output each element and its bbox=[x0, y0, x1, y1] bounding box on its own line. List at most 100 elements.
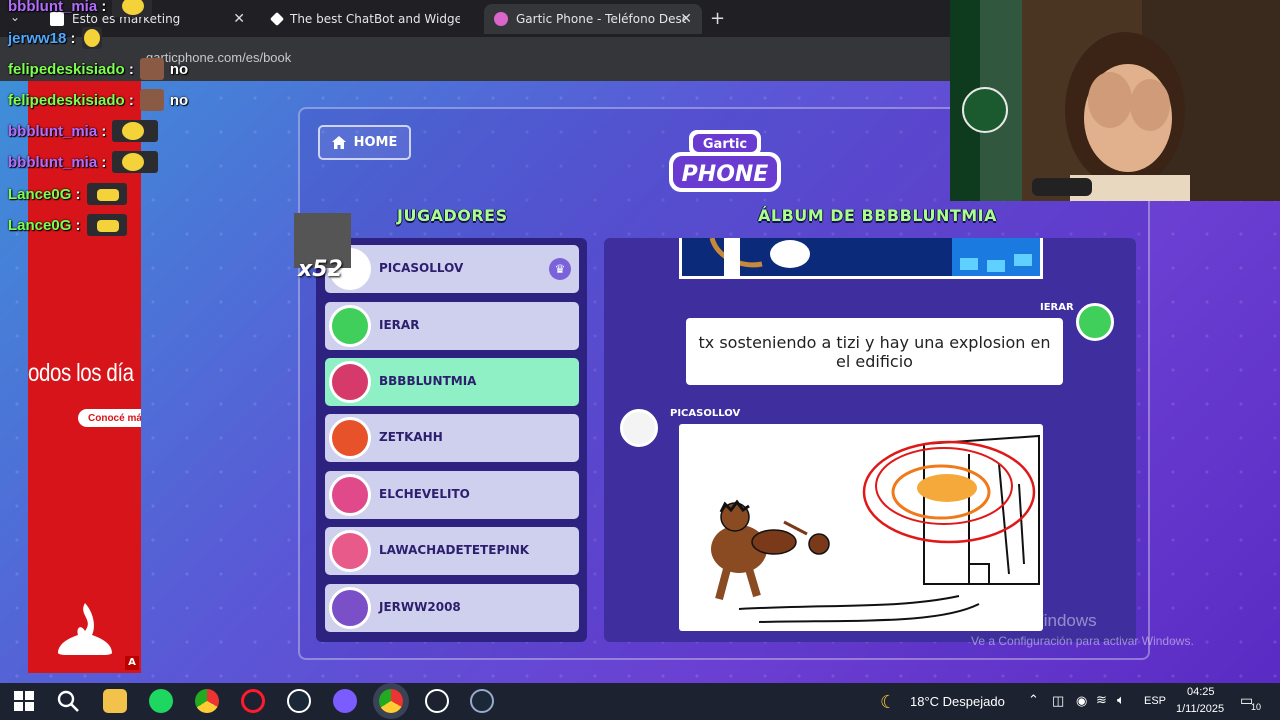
wifi-icon[interactable]: ≋ bbox=[1096, 692, 1107, 708]
avatar bbox=[139, 89, 164, 111]
album-drawing-entry bbox=[679, 424, 1043, 631]
player-name: PICASOLLOV bbox=[379, 261, 464, 275]
chat-text: no bbox=[169, 60, 189, 78]
chat-username: bbblunt_mia bbox=[8, 153, 98, 171]
steam-icon[interactable] bbox=[287, 689, 311, 713]
avatar bbox=[139, 58, 164, 80]
spotify-icon[interactable] bbox=[149, 689, 173, 713]
avatar bbox=[329, 474, 371, 516]
discord-icon[interactable] bbox=[333, 689, 357, 713]
sub-badge: x52 bbox=[294, 213, 351, 285]
volume-icon[interactable]: 🔈︎ bbox=[1117, 692, 1125, 708]
player-row[interactable]: IERAR bbox=[325, 302, 579, 350]
badge-count: x52 bbox=[298, 257, 343, 282]
album-drawing-previous bbox=[679, 237, 1043, 279]
logo-bottom-text: PHONE bbox=[682, 162, 769, 187]
moon-weather-icon[interactable]: ☾ bbox=[880, 692, 896, 713]
chat-message: Lance0G : bbox=[8, 181, 127, 207]
player-row[interactable]: LAWACHADETETEPINK bbox=[325, 527, 579, 575]
player-name: IERAR bbox=[379, 318, 420, 332]
player-row[interactable]: JERWW2008 bbox=[325, 584, 579, 632]
browser-tab-gartic[interactable]: Gartic Phone - Teléfono Descon ✕ bbox=[484, 4, 702, 34]
player-name: BBBBLUNTMIA bbox=[379, 374, 477, 388]
emote-icon bbox=[86, 183, 127, 205]
emote-icon bbox=[112, 120, 159, 142]
chat-username: bbblunt_mia bbox=[8, 122, 98, 140]
ad-choices-icon[interactable]: A bbox=[125, 656, 139, 670]
chat-message: bbblunt_mia : bbox=[8, 0, 153, 19]
bank-flame-logo-icon bbox=[56, 603, 114, 661]
chevron-up-icon[interactable]: ⌃ bbox=[1028, 692, 1039, 708]
ad-button[interactable]: Conocé más bbox=[78, 409, 141, 427]
avatar bbox=[329, 361, 371, 403]
chat-message: jerww18 : bbox=[8, 25, 102, 51]
steam-icon[interactable] bbox=[470, 689, 494, 713]
avatar bbox=[329, 587, 371, 629]
emote-icon bbox=[81, 27, 102, 49]
player-name: ZETKAHH bbox=[379, 430, 443, 444]
obs-icon[interactable] bbox=[425, 689, 449, 713]
player-row-selected[interactable]: BBBBLUNTMIA bbox=[325, 358, 579, 406]
new-tab-icon[interactable]: + bbox=[710, 8, 725, 29]
close-icon[interactable]: ✕ bbox=[233, 11, 245, 27]
home-button[interactable]: HOME bbox=[318, 125, 411, 160]
tab-title: The best ChatBot and Widgets bbox=[290, 12, 460, 26]
webcam-overlay bbox=[950, 0, 1280, 201]
chat-message: bbblunt_mia : bbox=[8, 118, 159, 144]
chat-username: bbblunt_mia bbox=[8, 0, 98, 15]
ad-text: odos los día bbox=[28, 359, 134, 387]
emote-icon bbox=[86, 214, 127, 236]
windows-start-icon[interactable] bbox=[12, 689, 36, 713]
emote-icon bbox=[112, 0, 153, 17]
opera-icon[interactable] bbox=[241, 689, 265, 713]
chrome-icon[interactable] bbox=[195, 689, 219, 713]
avatar bbox=[329, 417, 371, 459]
language-indicator[interactable]: ESP bbox=[1144, 695, 1166, 707]
entry-text: tx sosteniendo a tizi y hay una explosio… bbox=[698, 332, 1051, 371]
album-text-entry: tx sosteniendo a tizi y hay una explosio… bbox=[686, 318, 1063, 385]
gartic-phone-logo[interactable]: Gartic PHONE bbox=[667, 126, 783, 196]
chat-username: Lance0G bbox=[8, 216, 72, 234]
players-heading: JUGADORES bbox=[397, 206, 508, 225]
player-row[interactable]: PICASOLLOV ♛ bbox=[325, 245, 579, 293]
player-name: JERWW2008 bbox=[379, 600, 461, 614]
weather-text[interactable]: 18°C Despejado bbox=[910, 694, 1005, 709]
album-heading: ÁLBUM DE BBBBLUNTMIA bbox=[758, 206, 997, 225]
clock-date[interactable]: 1/11/2025 bbox=[1176, 703, 1224, 715]
entry-author: IERAR bbox=[1040, 302, 1074, 313]
windows-taskbar bbox=[0, 683, 1280, 720]
close-icon[interactable]: ✕ bbox=[680, 11, 692, 27]
chat-message: bbblunt_mia : bbox=[8, 149, 159, 175]
mic-icon[interactable]: ◉ bbox=[1076, 693, 1087, 709]
clock-time[interactable]: 04:25 bbox=[1187, 686, 1215, 698]
logo-top-text: Gartic bbox=[703, 137, 747, 152]
player-name: LAWACHADETETEPINK bbox=[379, 543, 530, 557]
chrome-active-icon[interactable] bbox=[379, 689, 403, 713]
search-icon[interactable] bbox=[56, 689, 80, 713]
browser-tab-chatbot[interactable]: The best ChatBot and Widgets bbox=[262, 4, 477, 34]
home-label: HOME bbox=[353, 135, 398, 150]
avatar bbox=[1076, 303, 1114, 341]
windows-activation-subtitle: Ve a Configuración para activar Windows. bbox=[971, 634, 1194, 648]
chat-text: no bbox=[169, 91, 189, 109]
tab-title: Gartic Phone - Teléfono Descon bbox=[516, 12, 686, 26]
avatar bbox=[620, 409, 658, 447]
file-explorer-icon[interactable] bbox=[103, 689, 127, 713]
player-row[interactable]: ZETKAHH bbox=[325, 414, 579, 462]
chat-message: felipedeskisiado : no bbox=[8, 87, 188, 113]
tab-favicon-icon bbox=[494, 12, 508, 26]
entry-author: PICASOLLOV bbox=[670, 408, 741, 419]
chat-username: felipedeskisiado bbox=[8, 60, 125, 78]
chat-username: Lance0G bbox=[8, 185, 72, 203]
chat-message: Lance0G : bbox=[8, 212, 127, 238]
player-name: ELCHEVELITO bbox=[379, 487, 470, 501]
avatar bbox=[329, 530, 371, 572]
player-row[interactable]: ELCHEVELITO bbox=[325, 471, 579, 519]
windows-activation-title: Activar Windows bbox=[971, 611, 1097, 630]
network-icon[interactable]: ◫ bbox=[1052, 693, 1064, 709]
notification-count: 10 bbox=[1251, 702, 1262, 712]
crown-icon: ♛ bbox=[549, 258, 571, 280]
chat-message: felipedeskisiado : no bbox=[8, 56, 188, 82]
chat-username: jerww18 bbox=[8, 29, 67, 47]
emote-icon bbox=[112, 151, 159, 173]
